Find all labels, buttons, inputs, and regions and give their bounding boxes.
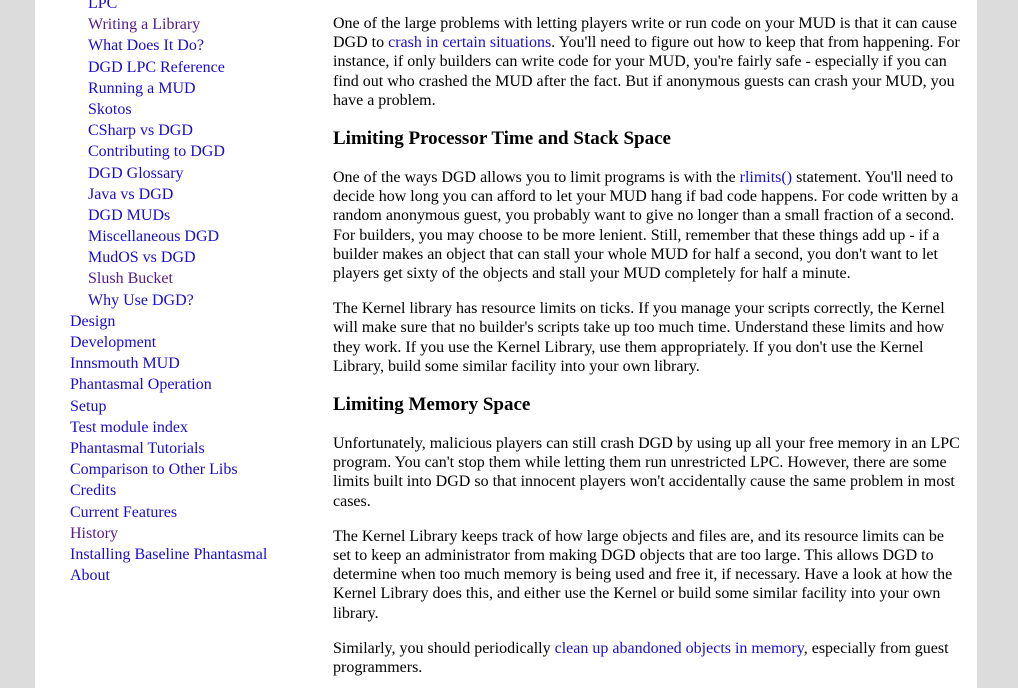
kernel-memory-paragraph: The Kernel Library keeps track of how la… [333,527,953,622]
page: LPC Writing a Library What Does It Do? D… [35,0,977,688]
kernel-ticks-paragraph: The Kernel library has resource limits o… [333,300,945,375]
cleanup-objects-link[interactable]: clean up abandoned objects in memory [555,640,804,657]
crash-situations-link[interactable]: crash in certain situations [388,34,551,51]
sidebar-link-installing-baseline-phantasmal[interactable]: Installing Baseline Phantasmal [70,546,267,563]
sidebar-item: DGD MUDs [70,205,330,226]
sidebar-item: About [70,565,330,586]
sidebar-link-slush-bucket[interactable]: Slush Bucket [88,270,173,287]
sidebar-item: DGD Glossary [70,163,330,184]
sidebar-link-test-module-index[interactable]: Test module index [70,419,188,436]
sidebar-item: LPC [70,0,330,14]
sidebar-link-what-does-it-do[interactable]: What Does It Do? [88,37,204,54]
sidebar-link-running-a-mud[interactable]: Running a MUD [88,80,196,97]
memory-paragraph: Unfortunately, malicious players can sti… [333,435,960,510]
sidebar-item: Slush Bucket [70,268,330,289]
paragraph-text: One of the ways DGD allows you to limit … [333,169,740,187]
sidebar-link-comparison-to-other-libs[interactable]: Comparison to Other Libs [70,461,238,478]
sidebar-link-dgd-muds[interactable]: DGD MUDs [88,207,170,224]
sidebar-link-design[interactable]: Design [70,313,115,330]
intro-paragraph: One of the large problems with letting p… [333,14,963,110]
sidebar-link-dgd-lpc-reference[interactable]: DGD LPC Reference [88,59,225,76]
sidebar-item: Current Features [70,502,330,523]
sidebar-item: MudOS vs DGD [70,247,330,268]
main-content: One of the large problems with letting p… [333,14,963,688]
sidebar-item: Running a MUD [70,78,330,99]
sidebar-item: Test module index [70,417,330,438]
sidebar-link-about[interactable]: About [70,567,110,584]
sidebar-item: Setup [70,396,330,417]
sidebar-item: Comparison to Other Libs [70,459,330,480]
section-heading-processor-time: Limiting Processor Time and Stack Space [333,128,671,150]
sidebar-link-credits[interactable]: Credits [70,482,116,499]
sidebar-link-innsmouth-mud[interactable]: Innsmouth MUD [70,355,180,372]
sidebar-item: Contributing to DGD [70,141,330,162]
rlimits-paragraph: One of the ways DGD allows you to limit … [333,168,963,283]
sidebar-item: Why Use DGD? [70,290,330,311]
sidebar-item: Design [70,311,330,332]
sidebar-link-why-use-dgd[interactable]: Why Use DGD? [88,292,194,309]
sidebar-link-mudos-vs-dgd[interactable]: MudOS vs DGD [88,249,196,266]
paragraph-text: Similarly, you should periodically [333,639,555,657]
sidebar-link-contributing-to-dgd[interactable]: Contributing to DGD [88,143,225,160]
sidebar-link-dgd-glossary[interactable]: DGD Glossary [88,165,184,182]
rlimits-link[interactable]: rlimits() [740,169,792,186]
sidebar-item: DGD LPC Reference [70,57,330,78]
sidebar-item: Installing Baseline Phantasmal [70,544,330,565]
sidebar-link-current-features[interactable]: Current Features [70,504,177,521]
sidebar-link-phantasmal-operation[interactable]: Phantasmal Operation [70,376,212,393]
cleanup-paragraph: Similarly, you should periodically clean… [333,639,963,677]
sidebar-link-lpc[interactable]: LPC [88,0,117,12]
sidebar-link-csharp-vs-dgd[interactable]: CSharp vs DGD [88,122,193,139]
sidebar-link-phantasmal-tutorials[interactable]: Phantasmal Tutorials [70,440,205,457]
sidebar-item: Phantasmal Tutorials [70,438,330,459]
section-heading-memory-space: Limiting Memory Space [333,394,531,416]
sidebar-item: What Does It Do? [70,35,330,56]
sidebar-link-miscellaneous-dgd[interactable]: Miscellaneous DGD [88,228,219,245]
sidebar-item: Development [70,332,330,353]
sidebar-item: Innsmouth MUD [70,353,330,374]
sidebar-item: Miscellaneous DGD [70,226,330,247]
sidebar-item: Skotos [70,99,330,120]
sidebar-link-development[interactable]: Development [70,334,156,351]
sidebar-link-skotos[interactable]: Skotos [88,101,132,118]
sidebar-item: Credits [70,480,330,501]
sidebar-link-writing-a-library[interactable]: Writing a Library [88,16,200,33]
sidebar-nav: LPC Writing a Library What Does It Do? D… [70,0,330,586]
sidebar-link-java-vs-dgd[interactable]: Java vs DGD [88,186,173,203]
sidebar-link-setup[interactable]: Setup [70,398,106,415]
sidebar-link-history[interactable]: History [70,525,118,542]
sidebar-item: Java vs DGD [70,184,330,205]
sidebar-item: History [70,523,330,544]
sidebar-item: CSharp vs DGD [70,120,330,141]
sidebar-item: Phantasmal Operation [70,374,330,395]
sidebar-item: Writing a Library [70,14,330,35]
